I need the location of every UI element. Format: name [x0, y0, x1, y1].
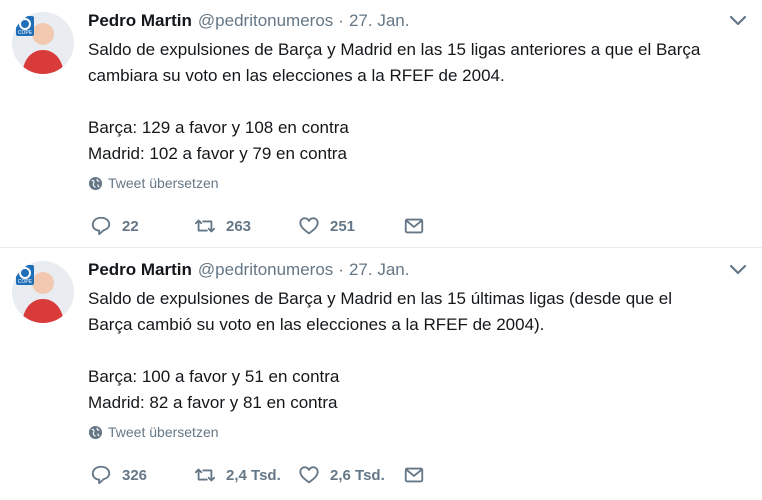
envelope-icon [404, 467, 424, 483]
reply-button[interactable]: 326 [90, 463, 147, 487]
tweet[interactable]: COPE Pedro Martin @pedritonumeros · 27. … [0, 0, 762, 248]
retweet-button[interactable]: 2,4 Tsd. [194, 463, 281, 487]
avatar-badge-text: COPE [18, 30, 33, 36]
heart-icon [299, 466, 319, 484]
reply-button[interactable]: 22 [90, 214, 139, 238]
separator: · [338, 260, 344, 279]
tweet-text-line: Madrid: 82 a favor y 81 en contra [88, 393, 338, 412]
author-name[interactable]: Pedro Martin [88, 259, 192, 281]
tweet-time[interactable]: 27. Jan. [349, 10, 410, 32]
translate-link[interactable]: Tweet übersetzen [88, 175, 219, 191]
tweet[interactable]: COPE Pedro Martin @pedritonumeros · 27. … [0, 249, 762, 500]
tweet-text-line: Saldo de expulsiones de Barça y Madrid e… [88, 40, 701, 59]
author-handle[interactable]: @pedritonumeros [198, 259, 333, 281]
retweet-count: 263 [226, 217, 252, 235]
tweet-header: Pedro Martin @pedritonumeros · 27. Jan. [88, 259, 409, 281]
avatar[interactable]: COPE [12, 12, 74, 74]
globe-icon [88, 176, 103, 190]
tweet-actions: 22 263 251 [90, 214, 450, 238]
tweet-text-line: Barça: 129 a favor y 108 en contra [88, 118, 349, 137]
like-button[interactable]: 2,6 Tsd. [298, 463, 385, 487]
tweet-time[interactable]: 27. Jan. [349, 259, 410, 281]
tweet-text-line: Barça: 100 a favor y 51 en contra [88, 367, 340, 386]
chevron-down-icon[interactable] [728, 14, 748, 28]
direct-message-button[interactable] [403, 463, 435, 487]
globe-icon [88, 425, 103, 439]
reply-count: 22 [122, 217, 139, 235]
envelope-icon [404, 218, 424, 234]
retweet-icon [194, 219, 216, 233]
tweet-header: Pedro Martin @pedritonumeros · 27. Jan. [88, 10, 409, 32]
tweet-text-line: Madrid: 102 a favor y 79 en contra [88, 144, 347, 163]
avatar-badge-text: COPE [18, 279, 33, 285]
translate-link[interactable]: Tweet übersetzen [88, 424, 219, 440]
retweet-icon [194, 468, 216, 482]
tweet-text: Saldo de expulsiones de Barça y Madrid e… [88, 37, 748, 167]
translate-label[interactable]: Tweet übersetzen [108, 175, 219, 191]
tweet-text-line: Barça cambió su voto en las elecciones a… [88, 315, 545, 334]
like-count: 2,6 Tsd. [330, 466, 385, 484]
reply-icon [91, 216, 111, 236]
author-handle[interactable]: @pedritonumeros [198, 10, 333, 32]
tweet-text-line: Saldo de expulsiones de Barça y Madrid e… [88, 289, 673, 308]
retweet-button[interactable]: 263 [194, 214, 251, 238]
heart-icon [299, 217, 319, 235]
tweet-text: Saldo de expulsiones de Barça y Madrid e… [88, 286, 748, 416]
avatar[interactable]: COPE [12, 261, 74, 323]
retweet-count: 2,4 Tsd. [226, 466, 281, 484]
author-name[interactable]: Pedro Martin [88, 10, 192, 32]
tweet-text-line: cambiara su voto en las elecciones a la … [88, 66, 505, 85]
reply-count: 326 [122, 466, 148, 484]
direct-message-button[interactable] [403, 214, 435, 238]
translate-label[interactable]: Tweet übersetzen [108, 424, 219, 440]
separator: · [338, 11, 344, 30]
like-count: 251 [330, 217, 356, 235]
like-button[interactable]: 251 [298, 214, 355, 238]
tweet-actions: 326 2,4 Tsd. 2,6 Tsd. [90, 463, 450, 487]
reply-icon [91, 465, 111, 485]
chevron-down-icon[interactable] [728, 263, 748, 277]
